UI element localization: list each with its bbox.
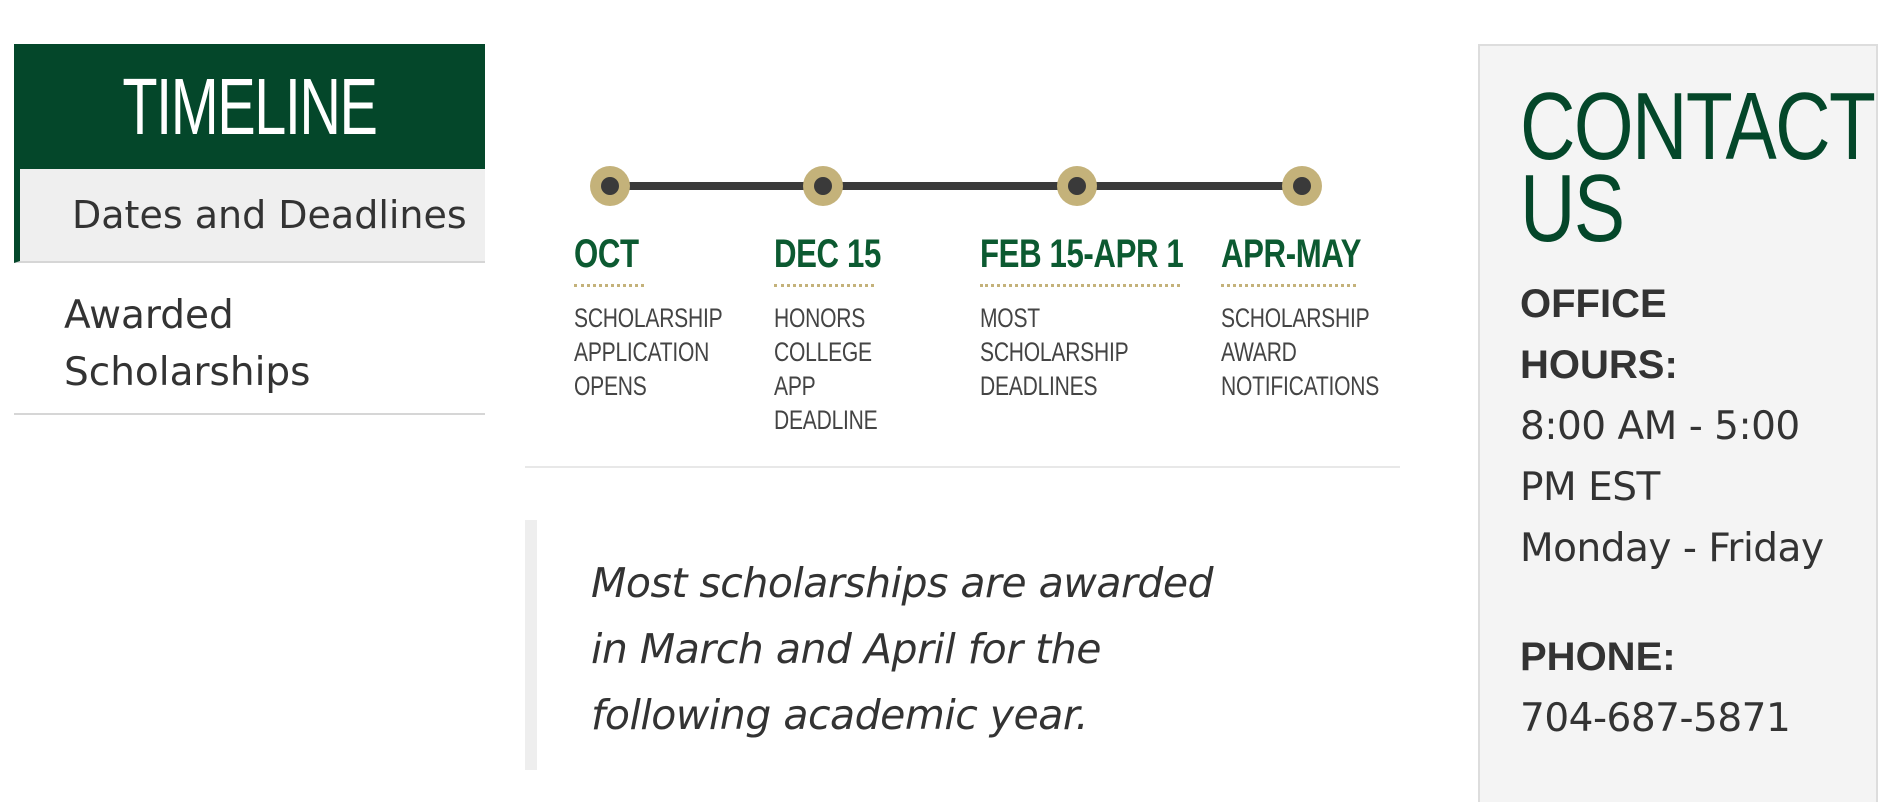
sidebar-nav: TIMELINE Dates and Deadlines Awarded Sch…: [14, 44, 485, 415]
office-hours-time: 8:00 AM - 5:00 PM EST: [1520, 404, 1800, 510]
milestone-description: SCHOLARSHIP APPLICATION OPENS: [574, 303, 723, 401]
timeline-track: [590, 166, 1322, 206]
milestone-dec-15: DEC 15 HONORS COLLEGE APP DEADLINE: [774, 232, 881, 437]
blockquote: Most scholarships are awarded in March a…: [525, 520, 1225, 770]
office-hours-days: Monday - Friday: [1520, 526, 1824, 571]
sidebar-item-label: Dates and Deadlines: [72, 193, 467, 237]
timeline-node-feb: [1057, 166, 1097, 206]
office-hours-label: OFFICE HOURS:: [1520, 282, 1678, 387]
milestone-date: APR-MAY: [1221, 232, 1362, 276]
phone-number[interactable]: 704-687-5871: [1520, 688, 1876, 749]
dotted-divider: [774, 281, 874, 287]
sidebar-item-dates-and-deadlines[interactable]: Dates and Deadlines: [14, 169, 485, 263]
milestone-date: FEB 15-APR 1: [980, 232, 1184, 276]
milestone-description: MOST SCHOLARSHIP DEADLINES: [980, 303, 1129, 401]
sidebar-item-awarded-scholarships[interactable]: Awarded Scholarships: [14, 263, 485, 415]
dotted-divider: [980, 281, 1180, 287]
milestone-apr-may: APR-MAY SCHOLARSHIP AWARD NOTIFICATIONS: [1221, 232, 1380, 403]
contact-box: CONTACT US OFFICE HOURS: 8:00 AM - 5:00 …: [1478, 44, 1878, 802]
milestone-feb-apr: FEB 15-APR 1 MOST SCHOLARSHIP DEADLINES: [980, 232, 1184, 403]
phone-label: PHONE:: [1520, 635, 1676, 679]
dotted-divider: [1221, 281, 1356, 287]
milestone-date: OCT: [574, 232, 639, 276]
milestone-description: HONORS COLLEGE APP DEADLINE: [774, 303, 878, 435]
content-divider: [525, 466, 1400, 468]
sidebar-title: TIMELINE: [14, 44, 485, 169]
timeline-node-apr: [1282, 166, 1322, 206]
milestone-oct: OCT SCHOLARSHIP APPLICATION OPENS: [574, 232, 723, 403]
milestone-date: DEC 15: [774, 232, 881, 276]
contact-title: CONTACT US: [1520, 73, 1874, 262]
timeline-graphic: OCT SCHOLARSHIP APPLICATION OPENS DEC 15…: [560, 150, 1400, 435]
timeline-node-dec: [803, 166, 843, 206]
milestone-description: SCHOLARSHIP AWARD NOTIFICATIONS: [1221, 303, 1380, 401]
sidebar-item-label: Awarded Scholarships: [64, 293, 311, 395]
quote-text: Most scholarships are awarded in March a…: [591, 559, 1214, 739]
timeline-node-oct: [590, 166, 630, 206]
dotted-divider: [574, 281, 644, 287]
